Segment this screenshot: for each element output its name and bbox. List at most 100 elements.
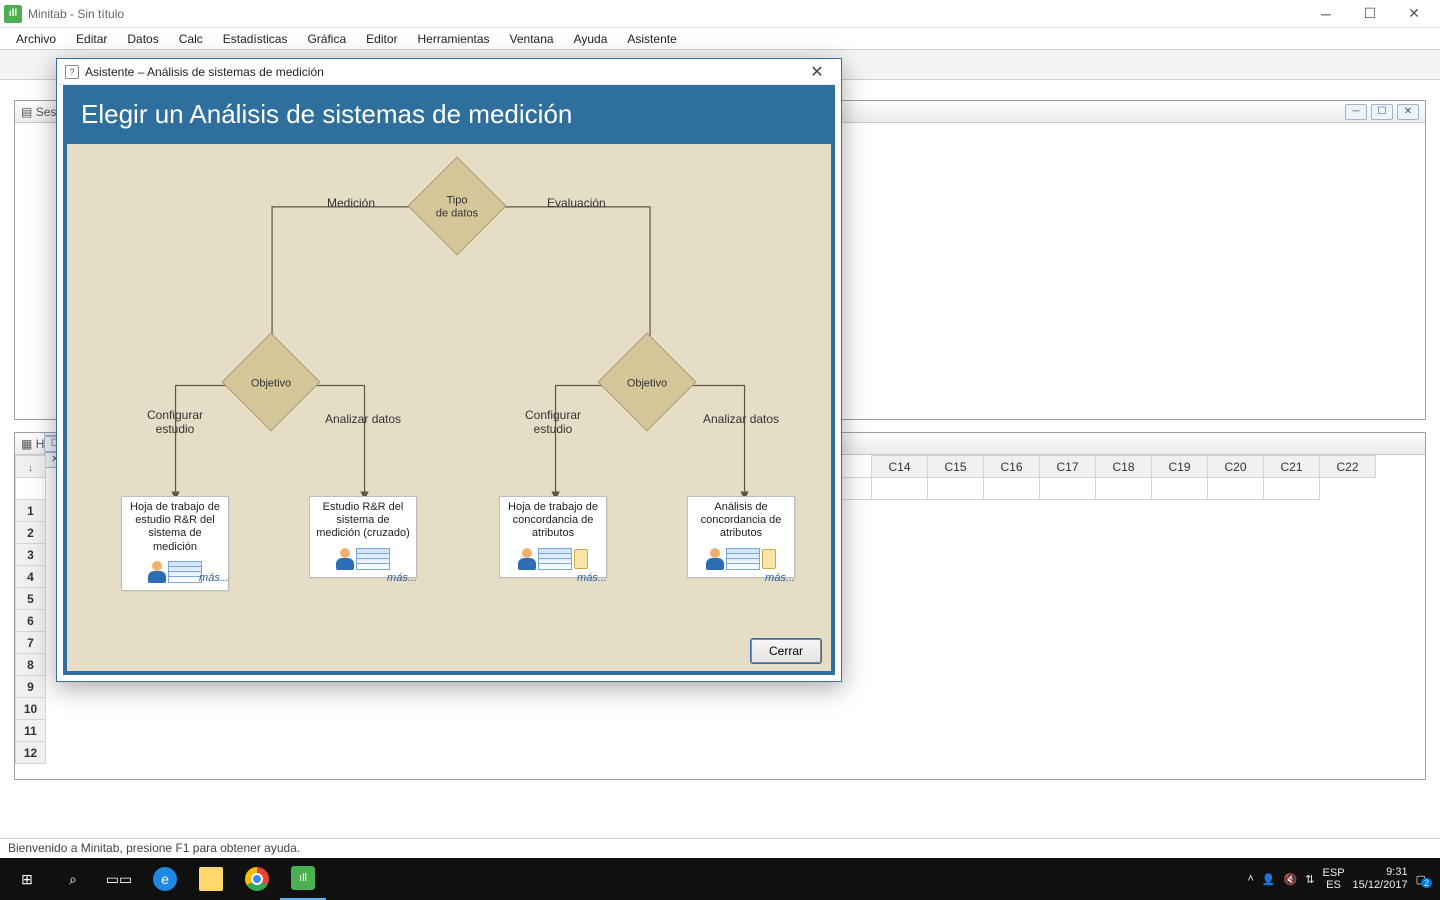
- row-header[interactable]: 11: [16, 720, 46, 742]
- taskbar-edge[interactable]: e: [142, 858, 188, 900]
- more-link-2[interactable]: más...: [309, 572, 417, 584]
- worksheet-window-title: H: [36, 437, 45, 451]
- col-header[interactable]: C17: [1040, 456, 1096, 478]
- tray-action-center[interactable]: ▢ 2: [1416, 873, 1426, 886]
- card-icon: [314, 545, 412, 573]
- label-configurar-right: Configurar estudio: [523, 408, 583, 436]
- dialog-title-text: Asistente – Análisis de sistemas de medi…: [85, 65, 324, 79]
- table-icon: [726, 548, 760, 570]
- menu-editar[interactable]: Editar: [66, 30, 117, 48]
- status-bar: Bienvenido a Minitab, presione F1 para o…: [0, 838, 1440, 858]
- row-header[interactable]: 12: [16, 742, 46, 764]
- maximize-button[interactable]: ☐: [1348, 0, 1392, 28]
- chrome-icon: [245, 867, 269, 891]
- card-attr-analysis[interactable]: Análisis de concordancia de atributos: [687, 496, 795, 578]
- folder-icon: [199, 867, 223, 891]
- tray-volume-icon[interactable]: 🔇: [1284, 873, 1298, 886]
- row-header[interactable]: 1: [16, 500, 46, 522]
- task-view-button[interactable]: ▭▭: [96, 858, 142, 900]
- window-title: Minitab - Sin título: [28, 7, 124, 21]
- assistant-dialog: ? Asistente – Análisis de sistemas de me…: [56, 58, 842, 682]
- more-link-4[interactable]: más...: [687, 572, 795, 584]
- tray-chevron-up-icon[interactable]: ˄: [1247, 873, 1253, 885]
- more-link-1[interactable]: más...: [121, 572, 229, 584]
- row-header[interactable]: 6: [16, 610, 46, 632]
- row-header[interactable]: 10: [16, 698, 46, 720]
- col-header[interactable]: C14: [872, 456, 928, 478]
- person-icon: [336, 548, 354, 570]
- label-analizar-left: Analizar datos: [325, 412, 401, 426]
- close-dialog-button[interactable]: Cerrar: [751, 639, 821, 663]
- menu-calc[interactable]: Calc: [169, 30, 213, 48]
- edge-icon: e: [153, 867, 177, 891]
- session-close-button[interactable]: ✕: [1397, 104, 1419, 120]
- card-label: Análisis de concordancia de atributos: [692, 501, 790, 541]
- card-rr-crossed[interactable]: Estudio R&R del sistema de medición (cru…: [309, 496, 417, 578]
- card-label: Hoja de trabajo de concordancia de atrib…: [504, 501, 602, 541]
- card-label: Hoja de trabajo de estudio R&R del siste…: [126, 501, 224, 554]
- menu-ventana[interactable]: Ventana: [500, 30, 564, 48]
- search-icon: ⌕: [61, 867, 85, 891]
- clipboard-icon: [574, 549, 588, 569]
- card-icon: [692, 545, 790, 573]
- row-header[interactable]: 8: [16, 654, 46, 676]
- row-header[interactable]: 5: [16, 588, 46, 610]
- table-icon: [356, 548, 390, 570]
- dialog-close-button[interactable]: ✕: [801, 62, 833, 82]
- col-header[interactable]: C21: [1264, 456, 1320, 478]
- card-icon: [504, 545, 602, 573]
- col-header[interactable]: C16: [984, 456, 1040, 478]
- tray-lang-label: ESP: [1323, 867, 1345, 879]
- col-header[interactable]: C18: [1096, 456, 1152, 478]
- row-header[interactable]: 7: [16, 632, 46, 654]
- tray-date: 15/12/2017: [1353, 879, 1408, 892]
- app-icon: ıll: [4, 5, 22, 23]
- notification-badge: 2: [1421, 878, 1432, 888]
- menu-estadisticas[interactable]: Estadísticas: [213, 30, 298, 48]
- label-analizar-right: Analizar datos: [703, 412, 779, 426]
- row-header[interactable]: 3: [16, 544, 46, 566]
- col-header[interactable]: C19: [1152, 456, 1208, 478]
- dialog-body: Tipo de datos Medición Evaluación Objeti…: [67, 144, 831, 631]
- search-button[interactable]: ⌕: [50, 858, 96, 900]
- status-text: Bienvenido a Minitab, presione F1 para o…: [8, 841, 300, 855]
- menu-datos[interactable]: Datos: [117, 30, 168, 48]
- menu-asistente[interactable]: Asistente: [617, 30, 686, 48]
- session-max-button[interactable]: ☐: [1371, 104, 1393, 120]
- table-icon: [538, 548, 572, 570]
- person-icon: [706, 548, 724, 570]
- tray-people-icon[interactable]: 👤: [1262, 873, 1276, 886]
- minimize-button[interactable]: ─: [1304, 0, 1348, 28]
- close-button[interactable]: ✕: [1392, 0, 1436, 28]
- menu-grafica[interactable]: Gráfica: [297, 30, 356, 48]
- card-attr-worksheet[interactable]: Hoja de trabajo de concordancia de atrib…: [499, 496, 607, 578]
- row-header[interactable]: 2: [16, 522, 46, 544]
- more-link-3[interactable]: más...: [499, 572, 607, 584]
- taskbar: ⊞ ⌕ ▭▭ e ıll ˄ 👤 🔇 ⇅ ESP ES 9:31 15/12/2…: [0, 858, 1440, 900]
- menu-herramientas[interactable]: Herramientas: [408, 30, 500, 48]
- row-header[interactable]: 9: [16, 676, 46, 698]
- tray-time: 9:31: [1353, 866, 1408, 879]
- taskview-icon: ▭▭: [107, 867, 131, 891]
- col-header[interactable]: C22: [1320, 456, 1376, 478]
- col-header[interactable]: C15: [928, 456, 984, 478]
- menu-editor[interactable]: Editor: [356, 30, 407, 48]
- session-min-button[interactable]: ─: [1345, 104, 1367, 120]
- worksheet-window-icon: ▦: [21, 437, 32, 451]
- windows-icon: ⊞: [15, 867, 39, 891]
- col-header[interactable]: C20: [1208, 456, 1264, 478]
- tray-language[interactable]: ESP ES: [1323, 867, 1345, 891]
- branch-label-medicion: Medición: [327, 196, 375, 210]
- taskbar-chrome[interactable]: [234, 858, 280, 900]
- taskbar-minitab[interactable]: ıll: [280, 858, 326, 900]
- tray-network-icon[interactable]: ⇅: [1305, 873, 1314, 886]
- clipboard-icon: [762, 549, 776, 569]
- taskbar-explorer[interactable]: [188, 858, 234, 900]
- person-icon: [518, 548, 536, 570]
- menu-ayuda[interactable]: Ayuda: [564, 30, 618, 48]
- menu-archivo[interactable]: Archivo: [6, 30, 66, 48]
- label-configurar-left: Configurar estudio: [145, 408, 205, 436]
- start-button[interactable]: ⊞: [4, 858, 50, 900]
- tray-clock[interactable]: 9:31 15/12/2017: [1353, 866, 1408, 891]
- row-header[interactable]: 4: [16, 566, 46, 588]
